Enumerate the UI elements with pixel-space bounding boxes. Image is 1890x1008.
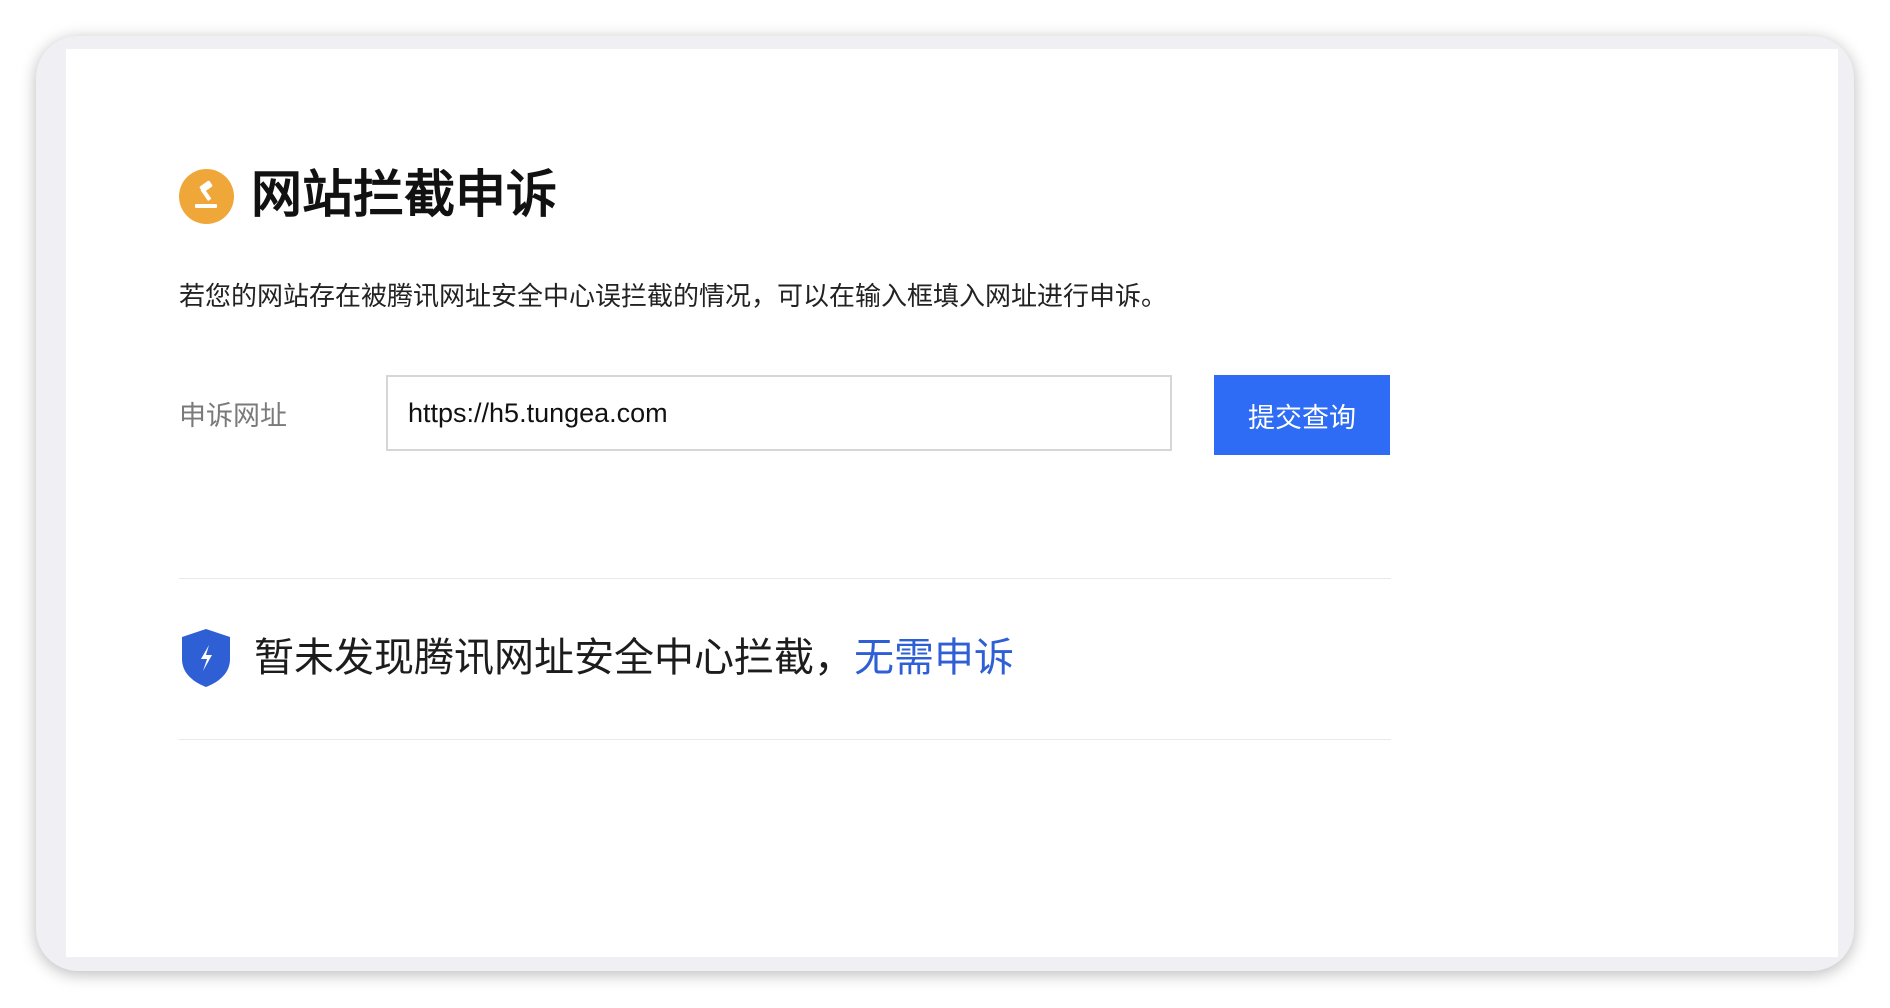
divider-bottom bbox=[179, 739, 1391, 740]
shield-icon bbox=[182, 629, 230, 687]
gavel-icon bbox=[179, 168, 234, 224]
result-status: 暂未发现腾讯网址安全中心拦截， 无需申诉 bbox=[179, 627, 1014, 689]
result-message: 暂未发现腾讯网址安全中心拦截， bbox=[254, 635, 854, 681]
page-description: 若您的网站存在被腾讯网址安全中心误拦截的情况，可以在输入框填入网址进行申诉。 bbox=[179, 282, 1168, 312]
page-title: 网站拦截申诉 bbox=[251, 166, 558, 225]
no-appeal-needed-link[interactable]: 无需申诉 bbox=[854, 632, 1014, 684]
divider-top bbox=[179, 578, 1391, 579]
page-header: 网站拦截申诉 bbox=[179, 166, 557, 226]
appeal-url-input[interactable] bbox=[386, 375, 1172, 451]
content-panel: 网站拦截申诉 若您的网站存在被腾讯网址安全中心误拦截的情况，可以在输入框填入网址… bbox=[66, 49, 1838, 957]
submit-query-button[interactable]: 提交查询 bbox=[1214, 375, 1390, 455]
appeal-url-label: 申诉网址 bbox=[179, 401, 287, 432]
window-frame: 网站拦截申诉 若您的网站存在被腾讯网址安全中心误拦截的情况，可以在输入框填入网址… bbox=[36, 36, 1854, 971]
